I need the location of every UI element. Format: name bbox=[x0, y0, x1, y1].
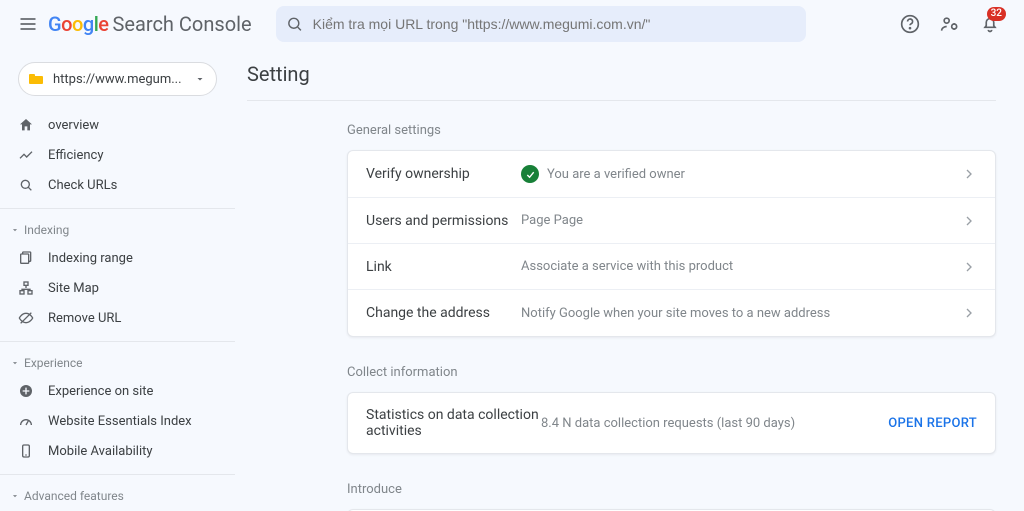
row-subtitle: Notify Google when your site moves to a … bbox=[521, 306, 961, 321]
verified-check-icon bbox=[521, 165, 539, 183]
property-label: https://www.megum... bbox=[53, 72, 186, 87]
property-icon bbox=[29, 73, 45, 85]
sidebar-section-advanced[interactable]: Advanced features bbox=[0, 483, 235, 509]
phone-icon bbox=[18, 443, 34, 459]
row-verify-ownership[interactable]: Verify ownership You are a verified owne… bbox=[348, 151, 995, 198]
menu-icon bbox=[18, 14, 38, 34]
account-manage-button[interactable] bbox=[930, 4, 970, 44]
row-subtitle: Associate a service with this product bbox=[521, 259, 961, 274]
section-label-intro: Introduce bbox=[247, 482, 996, 497]
sidebar-item-efficiency[interactable]: Efficiency bbox=[0, 140, 235, 170]
sidebar-item-label: Mobile Availability bbox=[48, 444, 153, 459]
row-users-permissions[interactable]: Users and permissions Page Page bbox=[348, 198, 995, 244]
product-logo: Google Search Console bbox=[48, 12, 252, 36]
sidebar-item-mobile[interactable]: Mobile Availability bbox=[0, 436, 235, 466]
sidebar-item-experience[interactable]: Experience on site bbox=[0, 376, 235, 406]
pages-icon bbox=[18, 250, 34, 266]
hamburger-menu-button[interactable] bbox=[8, 4, 48, 44]
sidebar-item-label: Indexing range bbox=[48, 251, 133, 266]
chevron-down-icon bbox=[194, 73, 206, 85]
notifications-button[interactable]: 32 bbox=[970, 4, 1010, 44]
chevron-down-icon bbox=[10, 225, 20, 235]
gauge-icon bbox=[18, 413, 34, 429]
open-report-button[interactable]: OPEN REPORT bbox=[888, 416, 977, 431]
chevron-down-icon bbox=[10, 491, 20, 501]
collect-card: Statistics on data collection activities… bbox=[347, 392, 996, 454]
sidebar-item-label: Site Map bbox=[48, 281, 99, 296]
remove-icon bbox=[18, 310, 34, 326]
product-name: Search Console bbox=[113, 12, 252, 36]
chevron-right-icon bbox=[961, 213, 977, 229]
row-title: Change the address bbox=[366, 305, 521, 321]
sidebar-item-remove-url[interactable]: Remove URL bbox=[0, 303, 235, 333]
sidebar-section-experience[interactable]: Experience bbox=[0, 350, 235, 376]
sidebar-item-essentials[interactable]: Website Essentials Index bbox=[0, 406, 235, 436]
row-link[interactable]: Link Associate a service with this produ… bbox=[348, 244, 995, 290]
sidebar-item-sitemap[interactable]: Site Map bbox=[0, 273, 235, 303]
people-gear-icon bbox=[940, 14, 960, 34]
trend-icon bbox=[18, 147, 34, 163]
row-title: Statistics on data collection activities bbox=[366, 407, 541, 439]
row-subtitle: You are a verified owner bbox=[547, 167, 685, 182]
chevron-right-icon bbox=[961, 305, 977, 321]
plus-circle-icon bbox=[18, 383, 34, 399]
sidebar-item-label: Remove URL bbox=[48, 311, 121, 326]
sidebar-item-label: Check URLs bbox=[48, 178, 117, 193]
url-inspect-input[interactable] bbox=[313, 16, 796, 32]
row-subtitle: 8.4 N data collection requests (last 90 … bbox=[541, 416, 888, 431]
google-logo: Google bbox=[48, 12, 109, 36]
main-content: Setting General settings Verify ownershi… bbox=[235, 48, 1024, 511]
section-label-general: General settings bbox=[247, 123, 996, 138]
property-selector[interactable]: https://www.megum... bbox=[18, 62, 217, 96]
sidebar-item-check-urls[interactable]: Check URLs bbox=[0, 170, 235, 200]
topbar: Google Search Console 32 bbox=[0, 0, 1024, 48]
search-icon bbox=[18, 177, 34, 193]
sidebar-item-label: overview bbox=[48, 118, 99, 133]
sidebar-section-indexing[interactable]: Indexing bbox=[0, 217, 235, 243]
chevron-down-icon bbox=[10, 358, 20, 368]
sidebar-item-label: Efficiency bbox=[48, 148, 103, 163]
row-crawl-stats[interactable]: Statistics on data collection activities… bbox=[348, 393, 995, 453]
row-change-address[interactable]: Change the address Notify Google when yo… bbox=[348, 290, 995, 336]
row-title: Link bbox=[366, 259, 521, 275]
help-button[interactable] bbox=[890, 4, 930, 44]
chevron-right-icon bbox=[961, 166, 977, 182]
sidebar-item-label: Website Essentials Index bbox=[48, 414, 192, 429]
page-title: Setting bbox=[247, 48, 996, 100]
search-icon bbox=[286, 15, 303, 33]
notification-badge: 32 bbox=[987, 7, 1006, 21]
general-settings-card: Verify ownership You are a verified owne… bbox=[347, 150, 996, 337]
section-label-collect: Collect information bbox=[247, 365, 996, 380]
sidebar-item-label: Experience on site bbox=[48, 384, 153, 399]
chevron-right-icon bbox=[961, 259, 977, 275]
sidebar: https://www.megum... overview Efficiency… bbox=[0, 48, 235, 511]
row-title: Verify ownership bbox=[366, 166, 521, 182]
row-subtitle: Page Page bbox=[521, 213, 961, 228]
url-inspect-searchbar[interactable] bbox=[276, 6, 806, 42]
row-title: Users and permissions bbox=[366, 213, 521, 229]
help-icon bbox=[900, 14, 920, 34]
sitemap-icon bbox=[18, 280, 34, 296]
sidebar-item-overview[interactable]: overview bbox=[0, 110, 235, 140]
home-icon bbox=[18, 117, 34, 133]
sidebar-item-indexing-range[interactable]: Indexing range bbox=[0, 243, 235, 273]
